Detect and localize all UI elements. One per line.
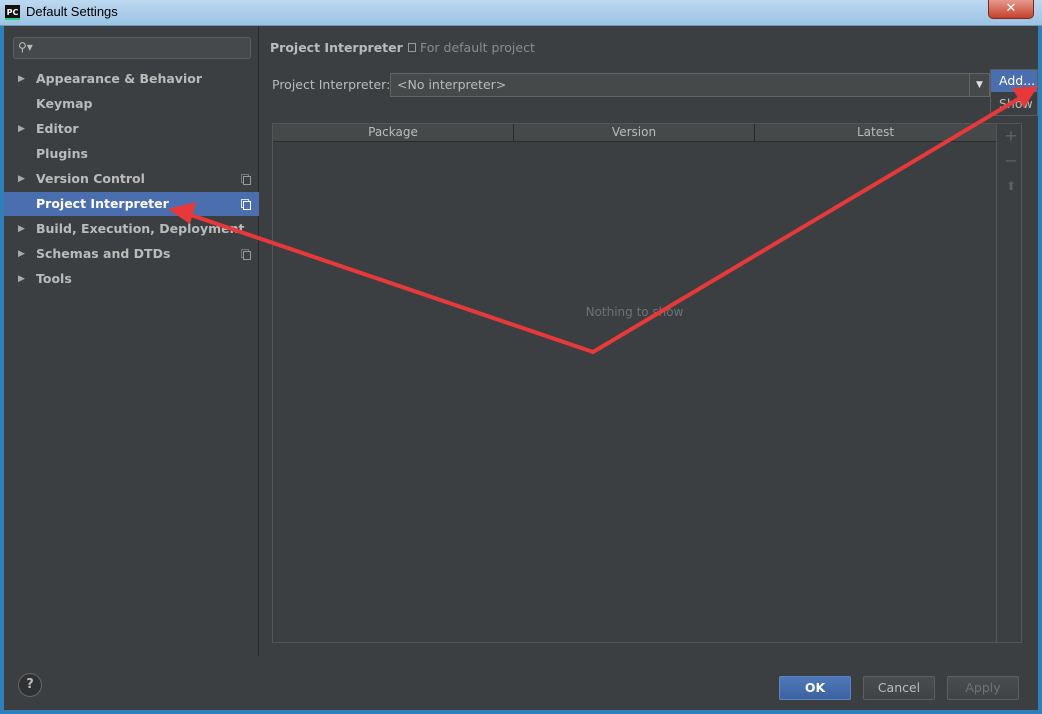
sidebar-item-label: Keymap xyxy=(36,96,93,111)
sidebar-item-build-execution-deployment[interactable]: ▶ Build, Execution, Deployment xyxy=(4,217,259,241)
search-icon: ⚲▾ xyxy=(18,40,33,54)
show-all-item[interactable]: Show All... xyxy=(991,93,1037,115)
search-input[interactable] xyxy=(36,39,246,57)
chevron-right-icon[interactable]: ▶ xyxy=(18,117,25,141)
title-bar: PC Default Settings ✕ xyxy=(0,0,1042,26)
sidebar-item-label: Version Control xyxy=(36,171,145,186)
interpreter-label: Project Interpreter: xyxy=(272,77,391,92)
cancel-button[interactable]: Cancel xyxy=(863,676,935,700)
sidebar-item-project-interpreter[interactable]: Project Interpreter xyxy=(4,192,259,216)
ok-button[interactable]: OK xyxy=(779,676,851,700)
sidebar-item-label: Schemas and DTDs xyxy=(36,246,171,261)
empty-state-text: Nothing to show xyxy=(585,305,684,319)
sidebar-item-version-control[interactable]: ▶ Version Control xyxy=(4,167,259,191)
dialog-footer: ? OK Cancel Apply xyxy=(4,656,1038,710)
chevron-right-icon[interactable]: ▶ xyxy=(18,67,25,91)
sidebar-item-label: Tools xyxy=(36,271,72,286)
chevron-right-icon[interactable]: ▶ xyxy=(18,267,25,291)
sidebar-item-label: Appearance & Behavior xyxy=(36,71,202,86)
upgrade-package-icon[interactable]: ⬆ xyxy=(1003,178,1019,194)
table-header: Package Version Latest xyxy=(273,124,996,142)
settings-dialog: ⚲▾ ▶ Appearance & Behavior Keymap ▶ Editor Pl… xyxy=(4,26,1038,710)
sidebar-item-plugins[interactable]: Plugins xyxy=(4,142,259,166)
project-interpreter-panel: Project Interpreter For default project … xyxy=(260,26,1038,656)
column-package[interactable]: Package xyxy=(273,124,514,142)
packages-panel: Package Version Latest Nothing to show +… xyxy=(272,123,1022,643)
chevron-right-icon[interactable]: ▶ xyxy=(18,167,25,191)
column-version[interactable]: Version xyxy=(514,124,755,142)
copy-icon xyxy=(241,174,251,185)
chevron-right-icon[interactable]: ▶ xyxy=(18,217,25,241)
remove-package-icon[interactable]: − xyxy=(1003,153,1019,169)
settings-sidebar: ⚲▾ ▶ Appearance & Behavior Keymap ▶ Editor Pl… xyxy=(4,26,259,656)
copy-icon xyxy=(408,43,416,52)
add-package-icon[interactable]: + xyxy=(1003,128,1019,144)
pycharm-logo-icon: PC xyxy=(5,5,20,20)
window-title: Default Settings xyxy=(26,4,118,19)
chevron-right-icon[interactable]: ▶ xyxy=(18,242,25,266)
help-button[interactable]: ? xyxy=(18,673,42,697)
page-title: Project Interpreter xyxy=(270,40,403,55)
sidebar-item-appearance-behavior[interactable]: ▶ Appearance & Behavior xyxy=(4,67,259,91)
copy-icon xyxy=(241,249,251,260)
add-interpreter-item[interactable]: Add... xyxy=(991,70,1037,92)
search-box[interactable]: ⚲▾ xyxy=(13,37,251,59)
close-button[interactable]: ✕ xyxy=(988,0,1034,19)
interpreter-value: <No interpreter> xyxy=(397,77,507,92)
packages-table: Package Version Latest Nothing to show xyxy=(273,124,997,642)
chevron-down-icon[interactable]: ▼ xyxy=(969,74,989,96)
copy-icon xyxy=(241,199,251,210)
sidebar-item-keymap[interactable]: Keymap xyxy=(4,92,259,116)
sidebar-item-label: Project Interpreter xyxy=(36,196,169,211)
sidebar-item-tools[interactable]: ▶ Tools xyxy=(4,267,259,291)
column-latest[interactable]: Latest xyxy=(755,124,996,142)
sidebar-item-label: Plugins xyxy=(36,146,88,161)
sidebar-item-label: Editor xyxy=(36,121,79,136)
scope-label: For default project xyxy=(420,40,535,55)
sidebar-item-label: Build, Execution, Deployment xyxy=(36,221,245,236)
apply-button[interactable]: Apply xyxy=(947,676,1019,700)
sidebar-item-schemas-and-dtds[interactable]: ▶ Schemas and DTDs xyxy=(4,242,259,266)
interpreter-options-popup: Add... Show All... xyxy=(990,69,1038,116)
interpreter-select[interactable]: <No interpreter> ▼ xyxy=(390,73,990,97)
sidebar-item-editor[interactable]: ▶ Editor xyxy=(4,117,259,141)
